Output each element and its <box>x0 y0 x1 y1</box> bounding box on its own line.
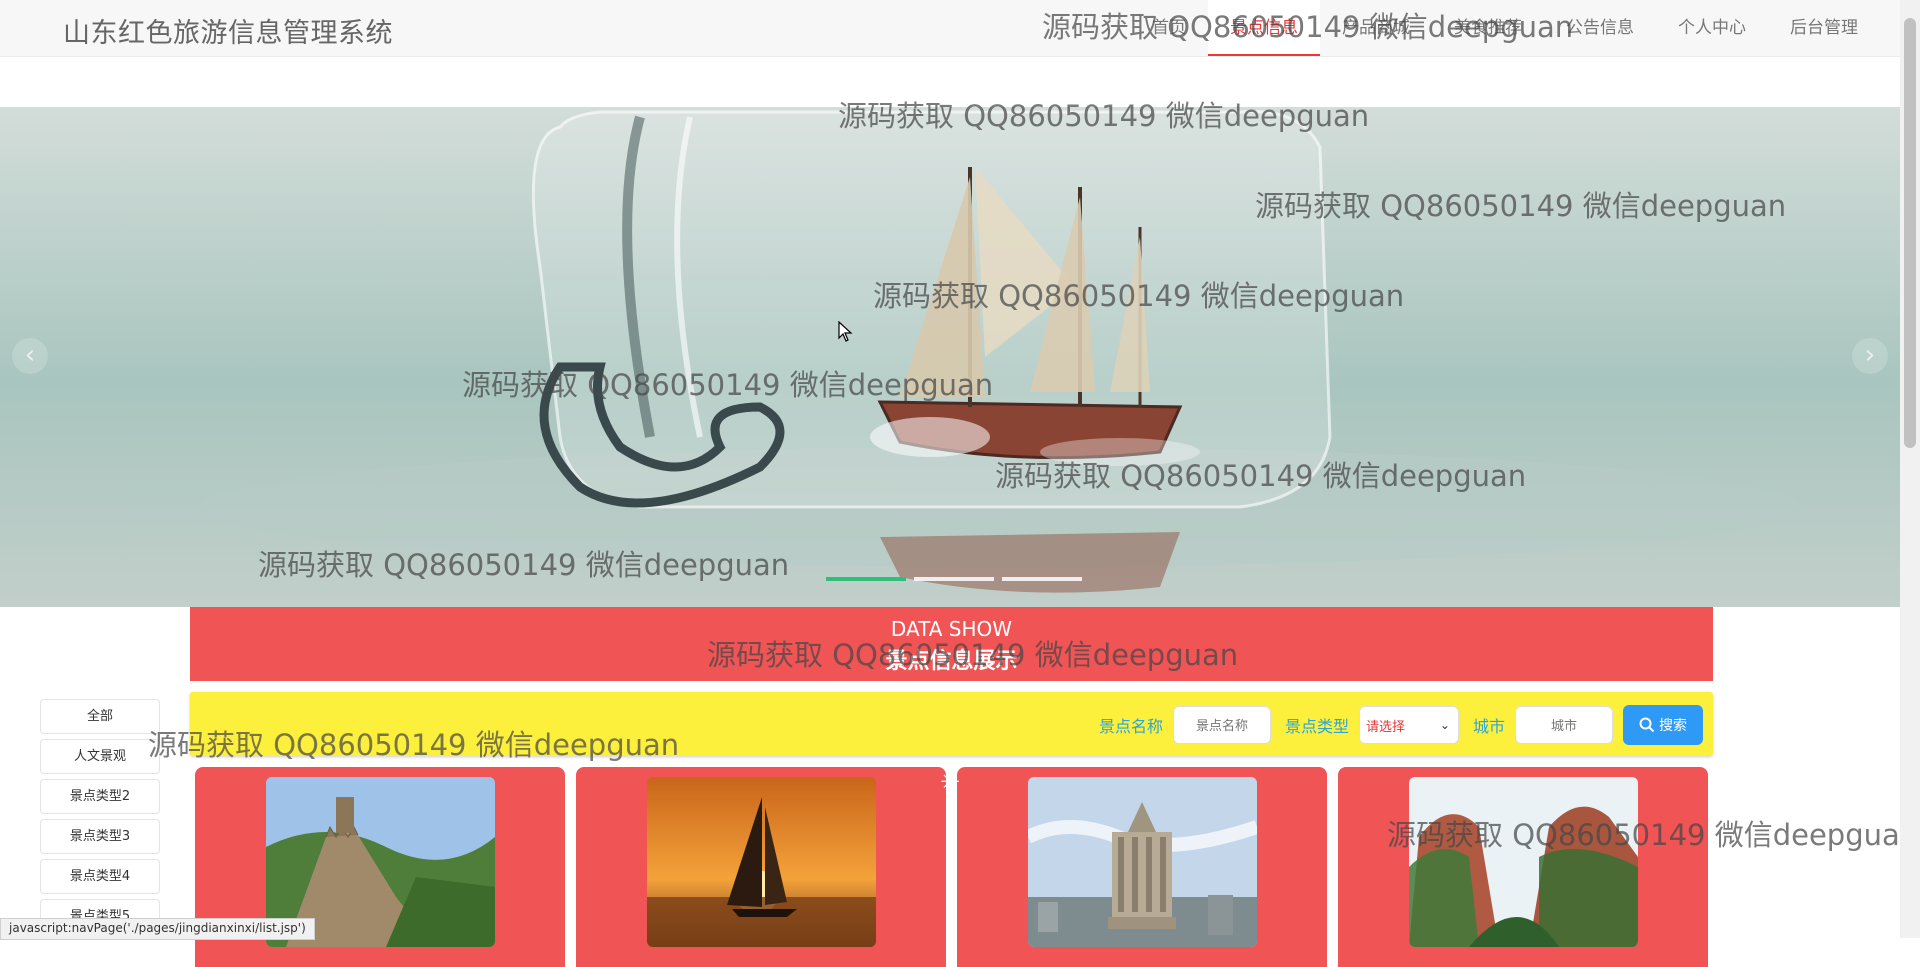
scenic-card[interactable] <box>1338 767 1708 967</box>
carousel-indicators <box>826 577 1082 581</box>
category-type-2[interactable]: 景点类型2 <box>40 779 160 814</box>
carousel-next-button[interactable]: › <box>1852 338 1888 374</box>
category-type-3[interactable]: 景点类型3 <box>40 819 160 854</box>
chevron-down-icon: ⌄ <box>1439 718 1450 732</box>
search-button-label: 搜索 <box>1659 718 1687 734</box>
carousel-dot-3[interactable] <box>1002 577 1082 581</box>
carousel-prev-button[interactable]: ‹ <box>12 338 48 374</box>
watermark-text: 源码获取 QQ86050149 微信deepguan <box>873 279 1405 313</box>
watermark-text: 源码获取 QQ86050149 微信deepguan <box>838 99 1370 133</box>
city-input[interactable] <box>1515 706 1613 744</box>
browser-status-bar: javascript:navPage('./pages/jingdianxinx… <box>0 918 315 940</box>
watermark-text: 源码获取 QQ86050149 微信deepguan <box>707 638 1239 672</box>
ship-in-bottle-image <box>0 107 1900 607</box>
nav-item-personal-center[interactable]: 个人中心 <box>1656 0 1768 56</box>
top-navbar: 山东红色旅游信息管理系统 首页 景点信息 产品商城 美食推荐 公告信息 个人中心… <box>0 0 1900 57</box>
watermark-text: 源码获取 QQ86050149 微信deepguan <box>1042 10 1574 44</box>
scenic-type-selected-value: 请选择 <box>1365 719 1405 735</box>
scenic-type-select[interactable]: 请选择 ⌄ <box>1358 706 1459 744</box>
scenic-card[interactable] <box>957 767 1327 967</box>
carousel-dot-1[interactable] <box>826 577 906 581</box>
scenic-card-list <box>195 767 1710 967</box>
watermark-text: 源码获取 QQ86050149 微信deepguan <box>995 459 1527 493</box>
scrollbar-thumb[interactable] <box>1904 18 1916 448</box>
page-scrollbar[interactable] <box>1900 0 1920 938</box>
scenic-card-image-mountain <box>1409 777 1638 947</box>
sparkle-icon: ✳ <box>940 768 961 796</box>
site-title: 山东红色旅游信息管理系统 <box>63 18 393 49</box>
category-sidebar: 全部 人文景观 景点类型2 景点类型3 景点类型4 景点类型5 <box>40 699 160 939</box>
category-all[interactable]: 全部 <box>40 699 160 734</box>
mouse-cursor-icon <box>838 321 853 342</box>
watermark-text: 源码获取 QQ86050149 微信deepguan <box>148 728 680 762</box>
city-label: 城市 <box>1472 717 1505 736</box>
search-button[interactable]: 搜索 <box>1623 705 1703 745</box>
search-icon <box>1639 717 1655 733</box>
scenic-name-input[interactable] <box>1172 706 1271 744</box>
watermark-text: 源码获取 QQ86050149 微信deepguan <box>462 368 994 402</box>
scenic-card-image-monument-city <box>1028 777 1257 947</box>
scenic-name-label: 景点名称 <box>1098 717 1163 736</box>
category-type-4[interactable]: 景点类型4 <box>40 859 160 894</box>
scenic-card-image-sailboat <box>647 777 876 947</box>
scenic-type-label: 景点类型 <box>1284 717 1349 736</box>
hero-carousel[interactable]: ‹ › <box>0 107 1900 607</box>
nav-item-admin[interactable]: 后台管理 <box>1768 0 1880 56</box>
watermark-text: 源码获取 QQ86050149 微信deepguan <box>258 548 790 582</box>
scenic-card[interactable] <box>576 767 946 967</box>
carousel-dot-2[interactable] <box>914 577 994 581</box>
watermark-text: 源码获取 QQ86050149 微信deepguan <box>1387 818 1919 852</box>
watermark-text: 源码获取 QQ86050149 微信deepguan <box>1255 189 1787 223</box>
category-cultural-landscape[interactable]: 人文景观 <box>40 739 160 774</box>
